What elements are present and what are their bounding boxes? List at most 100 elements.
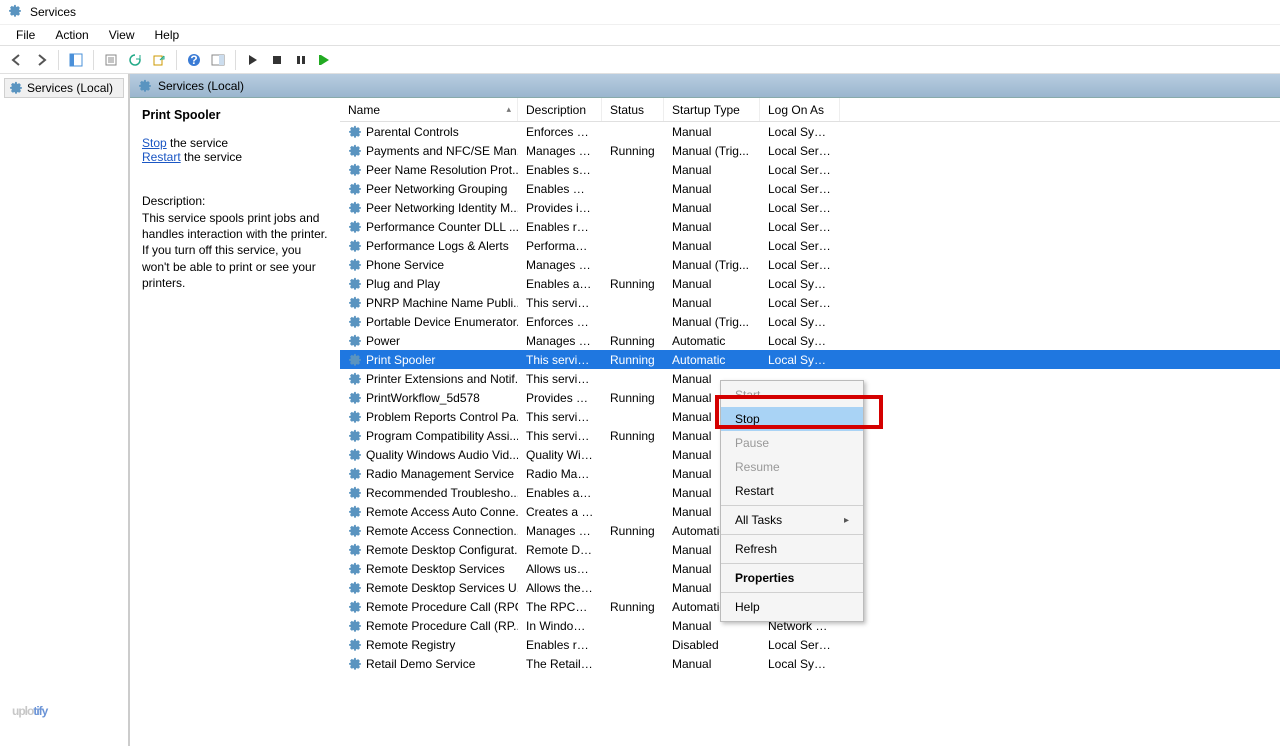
service-row[interactable]: Parental ControlsEnforces pa...ManualLoc…: [340, 122, 1280, 141]
gear-icon: [348, 505, 362, 519]
col-logon[interactable]: Log On As: [760, 98, 840, 121]
gear-icon: [348, 638, 362, 652]
service-desc: The RPCSS s...: [518, 600, 602, 614]
tree-node-services-local[interactable]: Services (Local): [4, 78, 124, 98]
menu-file[interactable]: File: [6, 25, 45, 45]
ctx-refresh[interactable]: Refresh: [721, 537, 863, 561]
service-row[interactable]: Plug and PlayEnables a c...RunningManual…: [340, 274, 1280, 293]
service-row[interactable]: Peer Networking Identity M...Provides id…: [340, 198, 1280, 217]
service-name: Performance Logs & Alerts: [366, 239, 509, 253]
service-name: Plug and Play: [366, 277, 440, 291]
service-row[interactable]: PowerManages p...RunningAutomaticLocal S…: [340, 331, 1280, 350]
sort-asc-icon: ▴: [506, 104, 511, 115]
ctx-pause: Pause: [721, 431, 863, 455]
service-name: Portable Device Enumerator...: [366, 315, 518, 329]
service-startup: Manual: [664, 277, 760, 291]
service-desc: Enables rem...: [518, 220, 602, 234]
service-desc: Remote Des...: [518, 543, 602, 557]
service-row[interactable]: Peer Networking GroupingEnables mul...Ma…: [340, 179, 1280, 198]
service-desc: Performanc...: [518, 239, 602, 253]
service-logon: Local Service: [760, 258, 840, 272]
service-desc: Manages p...: [518, 334, 602, 348]
console-tree[interactable]: Services (Local): [0, 74, 130, 746]
service-desc: Quality Win...: [518, 448, 602, 462]
service-startup: Manual: [664, 163, 760, 177]
service-row[interactable]: PNRP Machine Name Publi...This service .…: [340, 293, 1280, 312]
ctx-start: Start: [721, 383, 863, 407]
service-startup: Manual: [664, 239, 760, 253]
service-startup: Manual: [664, 296, 760, 310]
service-row[interactable]: Peer Name Resolution Prot...Enables serv…: [340, 160, 1280, 179]
service-row[interactable]: Retail Demo ServiceThe Retail D...Manual…: [340, 654, 1280, 673]
service-name: Remote Access Connection...: [366, 524, 518, 538]
gear-icon: [348, 448, 362, 462]
export-button[interactable]: [148, 49, 170, 71]
col-name[interactable]: Name▴: [340, 98, 518, 121]
column-headers: Name▴ Description Status Startup Type Lo…: [340, 98, 1280, 122]
service-desc: Manages th...: [518, 258, 602, 272]
restart-link[interactable]: Restart: [142, 150, 181, 164]
service-desc: This service ...: [518, 429, 602, 443]
service-status: Running: [602, 600, 664, 614]
help-button[interactable]: ?: [183, 49, 205, 71]
service-name: Problem Reports Control Pa...: [366, 410, 518, 424]
service-logon: Local Service: [760, 163, 840, 177]
restart-service-link-line: Restart the service: [142, 150, 328, 164]
gear-icon: [348, 315, 362, 329]
service-startup: Manual (Trig...: [664, 315, 760, 329]
service-row[interactable]: Print SpoolerThis service ...RunningAuto…: [340, 350, 1280, 369]
gear-icon: [348, 429, 362, 443]
show-hide-tree-button[interactable]: [65, 49, 87, 71]
service-row[interactable]: Performance Counter DLL ...Enables rem..…: [340, 217, 1280, 236]
refresh-button[interactable]: [124, 49, 146, 71]
service-name: Quality Windows Audio Vid...: [366, 448, 518, 462]
stop-link[interactable]: Stop: [142, 136, 167, 150]
service-name: PrintWorkflow_5d578: [366, 391, 480, 405]
service-desc: The Retail D...: [518, 657, 602, 671]
service-startup: Automatic: [664, 334, 760, 348]
service-row[interactable]: Remote RegistryEnables rem...DisabledLoc…: [340, 635, 1280, 654]
ctx-restart[interactable]: Restart: [721, 479, 863, 503]
service-row[interactable]: Payments and NFC/SE Man...Manages pa...R…: [340, 141, 1280, 160]
service-name: Performance Counter DLL ...: [366, 220, 518, 234]
stop-service-link-line: Stop the service: [142, 136, 328, 150]
stop-service-button[interactable]: [266, 49, 288, 71]
restart-service-button[interactable]: [314, 49, 336, 71]
service-row[interactable]: Portable Device Enumerator...Enforces gr…: [340, 312, 1280, 331]
forward-button[interactable]: [30, 49, 52, 71]
service-row[interactable]: Phone ServiceManages th...Manual (Trig..…: [340, 255, 1280, 274]
content-header: Services (Local): [130, 74, 1280, 98]
gear-icon: [348, 239, 362, 253]
service-name: Radio Management Service: [366, 467, 514, 481]
properties-button[interactable]: [100, 49, 122, 71]
ctx-stop[interactable]: Stop: [721, 407, 863, 431]
pause-service-button[interactable]: [290, 49, 312, 71]
ctx-properties[interactable]: Properties: [721, 566, 863, 590]
ctx-all-tasks[interactable]: All Tasks▸: [721, 508, 863, 532]
service-desc: Allows the r...: [518, 581, 602, 595]
gear-icon: [348, 410, 362, 424]
service-desc: Radio Mana...: [518, 467, 602, 481]
col-description[interactable]: Description: [518, 98, 602, 121]
action-pane-button[interactable]: [207, 49, 229, 71]
back-button[interactable]: [6, 49, 28, 71]
ctx-help[interactable]: Help: [721, 595, 863, 619]
gear-icon: [348, 144, 362, 158]
col-status[interactable]: Status: [602, 98, 664, 121]
gear-icon: [348, 334, 362, 348]
service-logon: Local Service: [760, 182, 840, 196]
service-row[interactable]: Performance Logs & Alerts Performanc... Ma…: [340, 236, 1280, 255]
service-status: Running: [602, 144, 664, 158]
start-service-button[interactable]: [242, 49, 264, 71]
service-name: Remote Registry: [366, 638, 455, 652]
service-desc: This service ...: [518, 372, 602, 386]
service-desc: Enables aut...: [518, 486, 602, 500]
menu-action[interactable]: Action: [45, 25, 98, 45]
service-startup: Manual (Trig...: [664, 144, 760, 158]
gear-icon: [348, 201, 362, 215]
tree-node-label: Services (Local): [27, 81, 113, 95]
col-startup[interactable]: Startup Type: [664, 98, 760, 121]
menu-view[interactable]: View: [99, 25, 145, 45]
menu-help[interactable]: Help: [145, 25, 190, 45]
gear-icon: [348, 619, 362, 633]
